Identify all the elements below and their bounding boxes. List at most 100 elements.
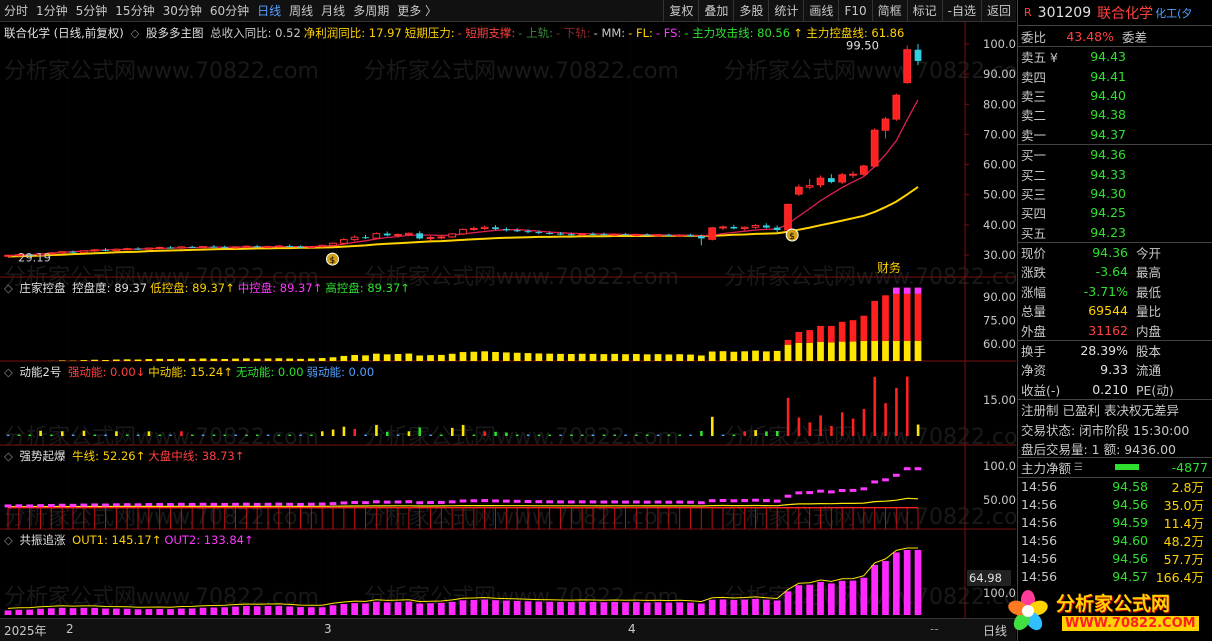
panel3-bar xyxy=(169,434,172,436)
candle-body xyxy=(372,233,381,239)
toolbar-button-9[interactable]: 返回 xyxy=(980,0,1016,21)
candle-body xyxy=(675,234,684,237)
period-tab-4[interactable]: 30分钟 xyxy=(159,0,206,21)
indicator-dropdown-icon[interactable]: ◇ xyxy=(130,26,139,40)
logo-url: WWW.70822.COM xyxy=(1062,616,1199,631)
panel4-marker xyxy=(578,500,586,504)
panel5-name[interactable]: 共振追涨 xyxy=(20,533,66,547)
panel5-bar xyxy=(405,601,413,615)
main_panel-item-5: - 下轨: xyxy=(555,26,591,40)
panel5-bar xyxy=(892,552,900,615)
period-tab-10[interactable]: 更多 〉 xyxy=(393,0,441,21)
panel2-ytick-label: 75.00 xyxy=(983,314,1016,328)
candle-body xyxy=(492,227,499,230)
candle-body xyxy=(329,242,337,246)
period-tab-7[interactable]: 周线 xyxy=(285,0,317,21)
candle-body xyxy=(914,49,922,62)
panel2-bar-low xyxy=(188,358,196,361)
panel4-marker xyxy=(58,503,66,507)
panel4-marker xyxy=(362,501,369,505)
panel3-bar xyxy=(375,424,378,436)
asks-price: 94.40 xyxy=(1090,87,1126,103)
toolbar-button-4[interactable]: 画线 xyxy=(803,0,838,21)
candle-body xyxy=(578,233,587,236)
panel3-bar xyxy=(873,376,877,436)
tick-list[interactable]: 14:56 94.58 2.8万 14:56 94.56 35.0万 14:56 94.59 1… xyxy=(1018,478,1212,588)
toolbar-button-7[interactable]: 标记 xyxy=(906,0,942,21)
panel4-name[interactable]: 强势起爆 xyxy=(20,449,66,463)
period-tab-8[interactable]: 月线 xyxy=(317,0,349,21)
toolbar-button-0[interactable]: 复权 xyxy=(663,0,698,21)
chart-area[interactable]: 分析家公式网www.70822.com 分析家公式网www.70822.com 分析… xyxy=(0,22,1016,618)
panel2-bar-low xyxy=(242,358,250,361)
period-tab-0[interactable]: 分时 xyxy=(0,0,32,21)
toolbar-button-2[interactable]: 多股 xyxy=(733,0,768,21)
panel5-bar xyxy=(372,601,380,615)
toolbar-button-1[interactable]: 叠加 xyxy=(698,0,733,21)
panel4-marker xyxy=(784,494,792,498)
list-icon[interactable]: ☰ xyxy=(1074,462,1083,473)
main-ytick-label: 70.00 xyxy=(983,127,1016,141)
candle-body xyxy=(859,165,868,175)
panel2-bar-low xyxy=(524,353,532,361)
panel3-bar xyxy=(765,431,768,436)
panel4-marker xyxy=(611,500,619,504)
chart-canvas[interactable]: 分析家公式网www.70822.com 分析家公式网www.70822.com 分析… xyxy=(0,22,1016,618)
panel2-dropdown-icon[interactable]: ◇ xyxy=(4,281,13,295)
tick-row: 14:56 94.56 57.7万 xyxy=(1018,550,1212,568)
period-tab-9[interactable]: 多周期 xyxy=(349,0,393,21)
panel3-item-2: 无动能: 0.00 xyxy=(235,365,304,379)
panel5-bar xyxy=(383,602,391,615)
panel5-bar xyxy=(849,580,857,615)
panel4-dropdown-icon[interactable]: ◇ xyxy=(4,449,13,463)
panel4-marker xyxy=(372,500,380,504)
tick-amount: 57.7万 xyxy=(1163,552,1204,568)
scroll-indicator[interactable]: -- xyxy=(930,622,939,636)
panel4-marker xyxy=(871,480,879,484)
toolbar-button-3[interactable]: 统计 xyxy=(768,0,803,21)
panel4-marker xyxy=(297,502,304,506)
finance-badge[interactable]: 财务 xyxy=(877,260,901,275)
stats-right-label: 最低 xyxy=(1136,284,1162,300)
panel3-bar xyxy=(721,434,725,436)
period-tab-1[interactable]: 1分钟 xyxy=(32,0,72,21)
asks-label: 卖三 xyxy=(1021,88,1047,104)
panel4-marker xyxy=(329,502,337,506)
panel3-dropdown-icon[interactable]: ◇ xyxy=(4,365,13,379)
period-tab-3[interactable]: 15分钟 xyxy=(111,0,158,21)
panel2-bar-low xyxy=(351,355,359,361)
toolbar-button-6[interactable]: 简框 xyxy=(871,0,907,21)
panel2-bar-low xyxy=(177,358,185,361)
toolbar-button-8[interactable]: -自选 xyxy=(941,0,981,21)
panel5-bar xyxy=(221,607,229,615)
panel5-title: ◇ 共振追涨 OUT1: 145.17↑ OUT2: 133.84↑ xyxy=(4,532,964,548)
panel3-bar xyxy=(786,397,790,436)
toolbar-button-5[interactable]: F10 xyxy=(838,0,871,21)
candle-body xyxy=(610,233,619,236)
industry-tag[interactable]: 化工(夕 xyxy=(1155,5,1192,21)
tick-row: 14:56 94.56 35.0万 xyxy=(1018,496,1212,514)
panel3-bar xyxy=(299,434,302,436)
period-tab-6[interactable]: 日线 xyxy=(253,0,285,21)
period-tab-5[interactable]: 60分钟 xyxy=(206,0,253,21)
stats-row: 涨跌 -3.64 最高 xyxy=(1018,262,1212,281)
panel3-bar xyxy=(115,431,118,436)
candle-body xyxy=(416,233,424,239)
main_panel-item-8: - FS: xyxy=(655,26,682,40)
stock-name: 联合化学 xyxy=(1097,5,1154,22)
panel5-bar xyxy=(784,591,792,615)
bids-row: 买四 94.25 xyxy=(1018,203,1212,222)
period-tab-2[interactable]: 5分钟 xyxy=(72,0,112,21)
candle-body xyxy=(805,185,814,188)
panel3-item-0: 强动能: 0.00↓ xyxy=(68,365,146,379)
panel3-name[interactable]: 动能2号 xyxy=(20,365,62,379)
stats-row: 现价 94.36 今开 xyxy=(1018,243,1212,262)
weicha-label: 委差 xyxy=(1122,29,1148,45)
indicator-name[interactable]: 股多多主图 xyxy=(146,26,204,40)
panel5-dropdown-icon[interactable]: ◇ xyxy=(4,533,13,547)
panel5-bar xyxy=(589,602,597,615)
candle-body xyxy=(773,227,781,230)
candle-body xyxy=(102,249,109,251)
panel2-name[interactable]: 庄家控盘 xyxy=(20,281,66,295)
candle-body xyxy=(816,177,825,186)
